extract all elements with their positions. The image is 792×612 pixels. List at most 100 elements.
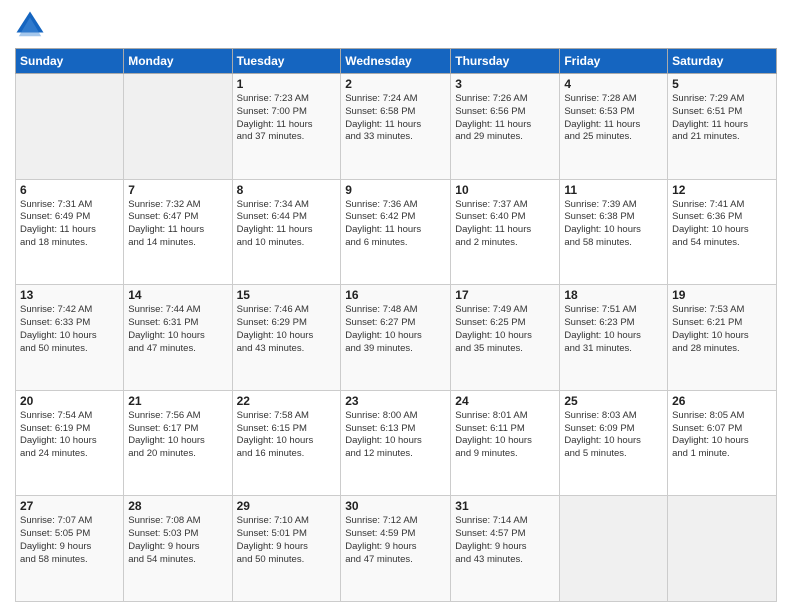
calendar-cell: 16 Sunrise: 7:48 AM Sunset: 6:27 PM Dayli… <box>341 285 451 391</box>
calendar-cell: 23 Sunrise: 8:00 AM Sunset: 6:13 PM Dayli… <box>341 390 451 496</box>
day-info: Sunrise: 7:53 AM Sunset: 6:21 PM Dayligh… <box>672 304 772 355</box>
day-number: 11 <box>564 183 663 197</box>
day-number: 20 <box>20 394 119 408</box>
day-number: 18 <box>564 288 663 302</box>
header <box>15 10 777 40</box>
day-info: Sunrise: 7:54 AM Sunset: 6:19 PM Dayligh… <box>20 410 119 461</box>
calendar-cell: 29Sunrise: 7:10 AM Sunset: 5:01 PM Dayli… <box>232 496 341 602</box>
day-number: 29 <box>237 499 337 513</box>
day-number: 8 <box>237 183 337 197</box>
calendar-cell: 28Sunrise: 7:08 AM Sunset: 5:03 PM Dayli… <box>124 496 232 602</box>
calendar-cell: 13Sunrise: 7:42 AM Sunset: 6:33 PM Dayli… <box>16 285 124 391</box>
day-info: Sunrise: 7:12 AM Sunset: 4:59 PM Dayligh… <box>345 515 446 566</box>
day-info: Sunrise: 7:29 AM Sunset: 6:51 PM Dayligh… <box>672 93 772 144</box>
day-number: 21 <box>128 394 227 408</box>
week-row-4: 27 Sunrise: 7:07 AM Sunset: 5:05 PM Dayli… <box>16 496 777 602</box>
day-number: 1 <box>237 77 337 91</box>
weekday-header-saturday: Saturday <box>668 49 777 74</box>
logo-area <box>15 10 48 40</box>
day-info: Sunrise: 7:51 AM Sunset: 6:23 PM Dayligh… <box>564 304 663 355</box>
calendar-cell: 4 Sunrise: 7:28 AM Sunset: 6:53 PM Daylig… <box>560 74 668 180</box>
day-number: 27 <box>20 499 119 513</box>
day-info: Sunrise: 7:28 AM Sunset: 6:53 PM Dayligh… <box>564 93 663 144</box>
day-info: Sunrise: 8:05 AM Sunset: 6:07 PM Dayligh… <box>672 410 772 461</box>
day-info: Sunrise: 7:39 AM Sunset: 6:38 PM Dayligh… <box>564 199 663 250</box>
day-number: 24 <box>455 394 555 408</box>
calendar-cell: 24 Sunrise: 8:01 AM Sunset: 6:11 PM Dayli… <box>451 390 560 496</box>
week-row-0: 1 Sunrise: 7:23 AM Sunset: 7:00 PM Daylig… <box>16 74 777 180</box>
calendar-cell: 31 Sunrise: 7:14 AM Sunset: 4:57 PM Dayli… <box>451 496 560 602</box>
day-info: Sunrise: 7:46 AM Sunset: 6:29 PM Dayligh… <box>237 304 337 355</box>
day-info: Sunrise: 7:24 AM Sunset: 6:58 PM Dayligh… <box>345 93 446 144</box>
day-info: Sunrise: 7:23 AM Sunset: 7:00 PM Dayligh… <box>237 93 337 144</box>
calendar-cell: 11 Sunrise: 7:39 AM Sunset: 6:38 PM Dayli… <box>560 179 668 285</box>
day-number: 30 <box>345 499 446 513</box>
day-number: 7 <box>128 183 227 197</box>
day-number: 26 <box>672 394 772 408</box>
day-info: Sunrise: 7:07 AM Sunset: 5:05 PM Dayligh… <box>20 515 119 566</box>
calendar-cell: 26 Sunrise: 8:05 AM Sunset: 6:07 PM Dayli… <box>668 390 777 496</box>
day-number: 28 <box>128 499 227 513</box>
day-number: 14 <box>128 288 227 302</box>
day-info: Sunrise: 7:14 AM Sunset: 4:57 PM Dayligh… <box>455 515 555 566</box>
weekday-header-sunday: Sunday <box>16 49 124 74</box>
day-info: Sunrise: 7:49 AM Sunset: 6:25 PM Dayligh… <box>455 304 555 355</box>
day-info: Sunrise: 7:48 AM Sunset: 6:27 PM Dayligh… <box>345 304 446 355</box>
calendar-cell: 7Sunrise: 7:32 AM Sunset: 6:47 PM Daylig… <box>124 179 232 285</box>
day-number: 12 <box>672 183 772 197</box>
day-number: 23 <box>345 394 446 408</box>
calendar-cell: 1 Sunrise: 7:23 AM Sunset: 7:00 PM Daylig… <box>232 74 341 180</box>
calendar-cell: 10 Sunrise: 7:37 AM Sunset: 6:40 PM Dayli… <box>451 179 560 285</box>
day-number: 6 <box>20 183 119 197</box>
calendar-cell: 2 Sunrise: 7:24 AM Sunset: 6:58 PM Daylig… <box>341 74 451 180</box>
calendar-cell <box>16 74 124 180</box>
calendar-cell: 20 Sunrise: 7:54 AM Sunset: 6:19 PM Dayli… <box>16 390 124 496</box>
calendar-cell: 3 Sunrise: 7:26 AM Sunset: 6:56 PM Daylig… <box>451 74 560 180</box>
day-info: Sunrise: 8:00 AM Sunset: 6:13 PM Dayligh… <box>345 410 446 461</box>
day-number: 10 <box>455 183 555 197</box>
day-number: 17 <box>455 288 555 302</box>
weekday-header-tuesday: Tuesday <box>232 49 341 74</box>
calendar-cell: 14 Sunrise: 7:44 AM Sunset: 6:31 PM Dayli… <box>124 285 232 391</box>
weekday-header-row: SundayMondayTuesdayWednesdayThursdayFrid… <box>16 49 777 74</box>
calendar-cell: 9Sunrise: 7:36 AM Sunset: 6:42 PM Daylig… <box>341 179 451 285</box>
calendar-cell: 25Sunrise: 8:03 AM Sunset: 6:09 PM Dayli… <box>560 390 668 496</box>
day-info: Sunrise: 7:44 AM Sunset: 6:31 PM Dayligh… <box>128 304 227 355</box>
day-info: Sunrise: 7:37 AM Sunset: 6:40 PM Dayligh… <box>455 199 555 250</box>
calendar-table: SundayMondayTuesdayWednesdayThursdayFrid… <box>15 48 777 602</box>
calendar-cell: 22 Sunrise: 7:58 AM Sunset: 6:15 PM Dayli… <box>232 390 341 496</box>
calendar-cell: 30 Sunrise: 7:12 AM Sunset: 4:59 PM Dayli… <box>341 496 451 602</box>
day-info: Sunrise: 7:56 AM Sunset: 6:17 PM Dayligh… <box>128 410 227 461</box>
calendar-cell: 5 Sunrise: 7:29 AM Sunset: 6:51 PM Daylig… <box>668 74 777 180</box>
day-number: 3 <box>455 77 555 91</box>
day-number: 31 <box>455 499 555 513</box>
weekday-header-thursday: Thursday <box>451 49 560 74</box>
day-info: Sunrise: 7:26 AM Sunset: 6:56 PM Dayligh… <box>455 93 555 144</box>
weekday-header-monday: Monday <box>124 49 232 74</box>
day-number: 15 <box>237 288 337 302</box>
day-number: 19 <box>672 288 772 302</box>
weekday-header-friday: Friday <box>560 49 668 74</box>
day-number: 5 <box>672 77 772 91</box>
calendar-cell: 8Sunrise: 7:34 AM Sunset: 6:44 PM Daylig… <box>232 179 341 285</box>
calendar-cell <box>668 496 777 602</box>
calendar-cell <box>560 496 668 602</box>
logo-icon <box>15 10 45 40</box>
week-row-2: 13Sunrise: 7:42 AM Sunset: 6:33 PM Dayli… <box>16 285 777 391</box>
day-number: 2 <box>345 77 446 91</box>
day-number: 22 <box>237 394 337 408</box>
calendar-cell: 17 Sunrise: 7:49 AM Sunset: 6:25 PM Dayli… <box>451 285 560 391</box>
calendar-cell: 6Sunrise: 7:31 AM Sunset: 6:49 PM Daylig… <box>16 179 124 285</box>
day-number: 16 <box>345 288 446 302</box>
day-number: 4 <box>564 77 663 91</box>
calendar-cell: 19 Sunrise: 7:53 AM Sunset: 6:21 PM Dayli… <box>668 285 777 391</box>
day-number: 25 <box>564 394 663 408</box>
week-row-1: 6Sunrise: 7:31 AM Sunset: 6:49 PM Daylig… <box>16 179 777 285</box>
calendar-cell: 12Sunrise: 7:41 AM Sunset: 6:36 PM Dayli… <box>668 179 777 285</box>
calendar-cell: 21 Sunrise: 7:56 AM Sunset: 6:17 PM Dayli… <box>124 390 232 496</box>
weekday-header-wednesday: Wednesday <box>341 49 451 74</box>
calendar-cell: 15 Sunrise: 7:46 AM Sunset: 6:29 PM Dayli… <box>232 285 341 391</box>
day-info: Sunrise: 7:58 AM Sunset: 6:15 PM Dayligh… <box>237 410 337 461</box>
calendar-cell: 18 Sunrise: 7:51 AM Sunset: 6:23 PM Dayli… <box>560 285 668 391</box>
day-info: Sunrise: 8:01 AM Sunset: 6:11 PM Dayligh… <box>455 410 555 461</box>
